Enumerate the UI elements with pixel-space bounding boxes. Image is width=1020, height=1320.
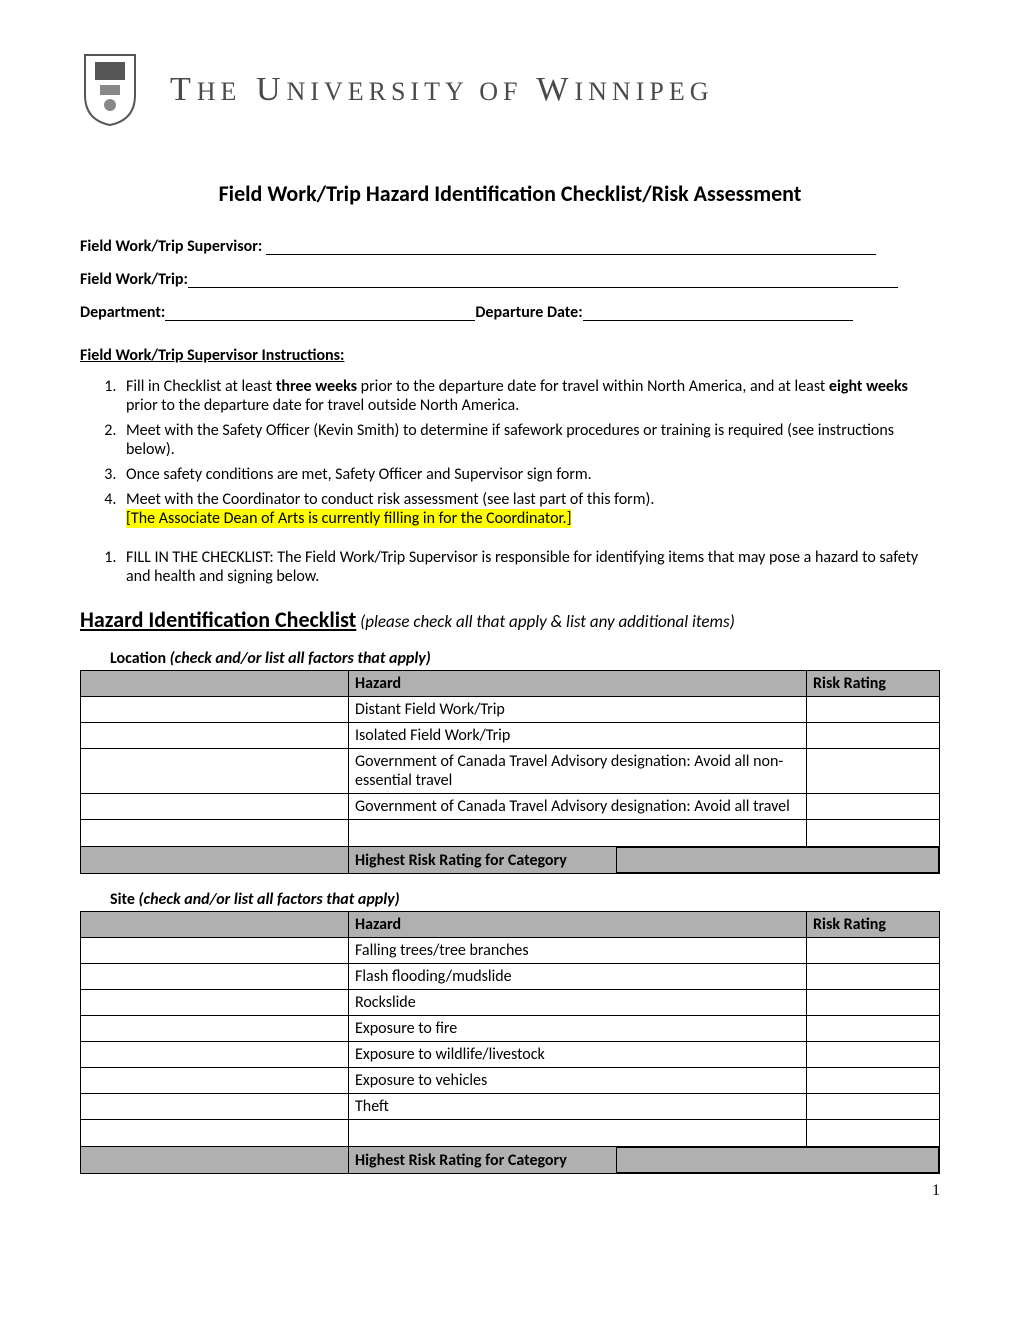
rating-cell[interactable] (807, 1120, 940, 1147)
category-highest-row: Highest Risk Rating for Category (81, 1147, 940, 1174)
table-row: Exposure to wildlife/livestock (81, 1042, 940, 1068)
location-hazard-table: Hazard Risk Rating Distant Field Work/Tr… (80, 670, 940, 874)
table-row: Government of Canada Travel Advisory des… (81, 794, 940, 820)
hazard-cell: Exposure to fire (349, 1016, 807, 1042)
site-hazard-table: Hazard Risk Rating Falling trees/tree br… (80, 911, 940, 1174)
highest-rating-label: Highest Risk Rating for Category (349, 848, 617, 873)
fill-instruction-list: FILL IN THE CHECKLIST: The Field Work/Tr… (120, 548, 940, 586)
rating-cell[interactable] (807, 1016, 940, 1042)
highest-rating-label: Highest Risk Rating for Category (349, 1148, 617, 1173)
category-highest-row: Highest Risk Rating for Category (81, 847, 940, 874)
university-crest-icon (80, 50, 140, 130)
check-cell[interactable] (81, 749, 349, 794)
highest-rating-value[interactable] (617, 1148, 939, 1173)
table-row: Theft (81, 1094, 940, 1120)
rating-column-header: Risk Rating (807, 912, 940, 938)
site-category-header: Site (check and/or list all factors that… (110, 890, 940, 909)
rating-cell[interactable] (807, 938, 940, 964)
department-label: Department: (80, 303, 165, 322)
checklist-subtitle: (please check all that apply & list any … (356, 611, 734, 632)
highest-rating-value[interactable] (617, 848, 939, 873)
rating-cell[interactable] (807, 990, 940, 1016)
supervisor-field[interactable]: Field Work/Trip Supervisor: (80, 237, 940, 256)
table-row: Distant Field Work/Trip (81, 697, 940, 723)
rating-cell[interactable] (807, 820, 940, 847)
rating-cell[interactable] (807, 1042, 940, 1068)
instruction-item: Once safety conditions are met, Safety O… (120, 465, 940, 484)
hazard-column-header: Hazard (349, 912, 807, 938)
highlighted-note: [The Associate Dean of Arts is currently… (126, 509, 571, 528)
check-cell[interactable] (81, 964, 349, 990)
check-cell[interactable] (81, 697, 349, 723)
university-name: The University of Winnipeg (170, 71, 713, 109)
hazard-cell: Theft (349, 1094, 807, 1120)
table-row: Flash flooding/mudslide (81, 964, 940, 990)
hazard-cell: Falling trees/tree branches (349, 938, 807, 964)
document-header: The University of Winnipeg (80, 50, 940, 130)
hazard-cell-blank[interactable] (349, 1120, 807, 1147)
instructions-list: Fill in Checklist at least three weeks p… (120, 377, 940, 528)
department-departure-row: Department: Departure Date: (80, 303, 940, 322)
rating-cell[interactable] (807, 794, 940, 820)
table-row-blank (81, 1120, 940, 1147)
document-title: Field Work/Trip Hazard Identification Ch… (80, 180, 940, 207)
department-field[interactable]: Department: (80, 303, 475, 322)
hazard-cell: Isolated Field Work/Trip (349, 723, 807, 749)
page-number: 1 (80, 1182, 940, 1200)
departure-label: Departure Date: (475, 303, 582, 322)
checklist-title: Hazard Identification Checklist (80, 606, 356, 633)
table-row: Falling trees/tree branches (81, 938, 940, 964)
hazard-cell-blank[interactable] (349, 820, 807, 847)
check-cell[interactable] (81, 990, 349, 1016)
hazard-cell: Government of Canada Travel Advisory des… (349, 794, 807, 820)
check-column-header (81, 912, 349, 938)
trip-label: Field Work/Trip: (80, 270, 188, 289)
hazard-cell: Exposure to vehicles (349, 1068, 807, 1094)
hazard-cell: Distant Field Work/Trip (349, 697, 807, 723)
instruction-item: Meet with the Coordinator to conduct ris… (120, 490, 940, 528)
checklist-heading: Hazard Identification Checklist (please … (80, 606, 940, 633)
rating-cell[interactable] (807, 1094, 940, 1120)
check-cell[interactable] (81, 1042, 349, 1068)
rating-cell[interactable] (807, 1068, 940, 1094)
supervisor-label: Field Work/Trip Supervisor: (80, 237, 262, 256)
rating-cell[interactable] (807, 723, 940, 749)
rating-column-header: Risk Rating (807, 671, 940, 697)
check-column-header (81, 671, 349, 697)
table-row: Exposure to vehicles (81, 1068, 940, 1094)
hazard-column-header: Hazard (349, 671, 807, 697)
check-cell[interactable] (81, 723, 349, 749)
table-row-blank (81, 820, 940, 847)
hazard-cell: Rockslide (349, 990, 807, 1016)
location-category-header: Location (check and/or list all factors … (110, 649, 940, 668)
check-cell[interactable] (81, 1016, 349, 1042)
table-row: Rockslide (81, 990, 940, 1016)
rating-cell[interactable] (807, 749, 940, 794)
table-row: Exposure to fire (81, 1016, 940, 1042)
table-row: Government of Canada Travel Advisory des… (81, 749, 940, 794)
departure-field[interactable]: Departure Date: (475, 303, 852, 322)
table-row: Isolated Field Work/Trip (81, 723, 940, 749)
instructions-heading: Field Work/Trip Supervisor Instructions: (80, 346, 940, 365)
hazard-cell: Exposure to wildlife/livestock (349, 1042, 807, 1068)
check-cell[interactable] (81, 1068, 349, 1094)
trip-field[interactable]: Field Work/Trip: (80, 270, 940, 289)
check-cell[interactable] (81, 1094, 349, 1120)
hazard-cell: Flash flooding/mudslide (349, 964, 807, 990)
fill-instruction: FILL IN THE CHECKLIST: The Field Work/Tr… (120, 548, 940, 586)
check-cell[interactable] (81, 794, 349, 820)
instruction-item: Meet with the Safety Officer (Kevin Smit… (120, 421, 940, 459)
check-cell[interactable] (81, 1120, 349, 1147)
check-cell[interactable] (81, 820, 349, 847)
hazard-cell: Government of Canada Travel Advisory des… (349, 749, 807, 794)
rating-cell[interactable] (807, 964, 940, 990)
check-cell[interactable] (81, 938, 349, 964)
instruction-item: Fill in Checklist at least three weeks p… (120, 377, 940, 415)
rating-cell[interactable] (807, 697, 940, 723)
